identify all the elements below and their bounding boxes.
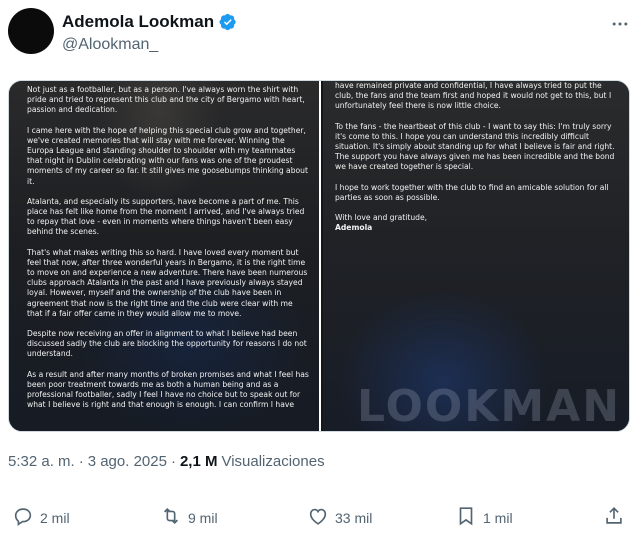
statement-paragraph: To the fans - the heartbeat of this club… (334, 121, 615, 172)
like-count: 33 mil (335, 509, 373, 526)
views-label: Visualizaciones (221, 453, 325, 470)
media-divider (319, 81, 321, 431)
author-display-name[interactable]: Ademola Lookman (62, 12, 214, 32)
reply-count: 2 mil (40, 509, 70, 526)
statement-text-right: have remained private and confidential, … (335, 81, 619, 243)
statement-text-left: Not just as a footballer, but as a perso… (27, 85, 309, 420)
reply-button[interactable]: 2 mil (12, 505, 70, 530)
bookmark-icon (455, 505, 477, 530)
statement-paragraph: That's what makes writing this so hard. … (27, 247, 308, 318)
author-handle[interactable]: @Alookman_ (62, 36, 158, 54)
tweet-meta: 5:32 a. m. · 3 ago. 2025 · 2,1 M Visuali… (8, 453, 325, 470)
meta-separator: · (78, 453, 84, 470)
repost-button[interactable]: 9 mil (160, 505, 218, 530)
statement-paragraph: As a result and after many months of bro… (27, 369, 309, 410)
like-button[interactable]: 33 mil (307, 505, 372, 530)
tweet-time[interactable]: 5:32 a. m. (8, 453, 75, 470)
bookmark-count: 1 mil (483, 509, 513, 526)
statement-paragraph: I came here with the hope of helping thi… (27, 125, 308, 186)
reply-icon (12, 505, 34, 530)
statement-closing: With love and gratitude, (334, 213, 428, 223)
tweet-date[interactable]: 3 ago. 2025 (88, 453, 167, 470)
jersey-name: LOOKMAN (356, 381, 622, 431)
statement-signature: Ademola (334, 223, 373, 233)
tweet-actions: 2 mil 9 mil 33 mil 1 mil (0, 505, 644, 535)
statement-paragraph: Atalanta, and especially its supporters,… (27, 196, 305, 237)
verified-badge-icon (219, 13, 237, 31)
heart-icon (307, 505, 329, 530)
more-horizontal-icon[interactable] (606, 10, 634, 38)
statement-paragraph: Despite now receiving an offer in alignm… (27, 329, 307, 359)
share-icon (603, 505, 625, 530)
tweet-media[interactable]: Not just as a footballer, but as a perso… (8, 80, 630, 432)
share-button[interactable] (603, 505, 625, 530)
media-image-right[interactable]: LOOKMAN have remained private and confid… (322, 81, 629, 431)
statement-paragraph: have remained private and confidential, … (334, 81, 612, 111)
statement-paragraph: Not just as a footballer, but as a perso… (27, 85, 305, 115)
repost-count: 9 mil (188, 509, 218, 526)
statement-paragraph: I hope to work together with the club to… (334, 182, 609, 202)
author-name-row: Ademola Lookman (62, 12, 237, 32)
bookmark-button[interactable]: 1 mil (455, 505, 513, 530)
meta-separator: · (170, 453, 176, 470)
avatar[interactable] (8, 8, 54, 54)
repost-icon (160, 505, 182, 530)
media-image-left[interactable]: Not just as a footballer, but as a perso… (9, 81, 319, 431)
views-count: 2,1 M (179, 453, 218, 470)
tweet-header: Ademola Lookman @Alookman_ (8, 6, 636, 58)
